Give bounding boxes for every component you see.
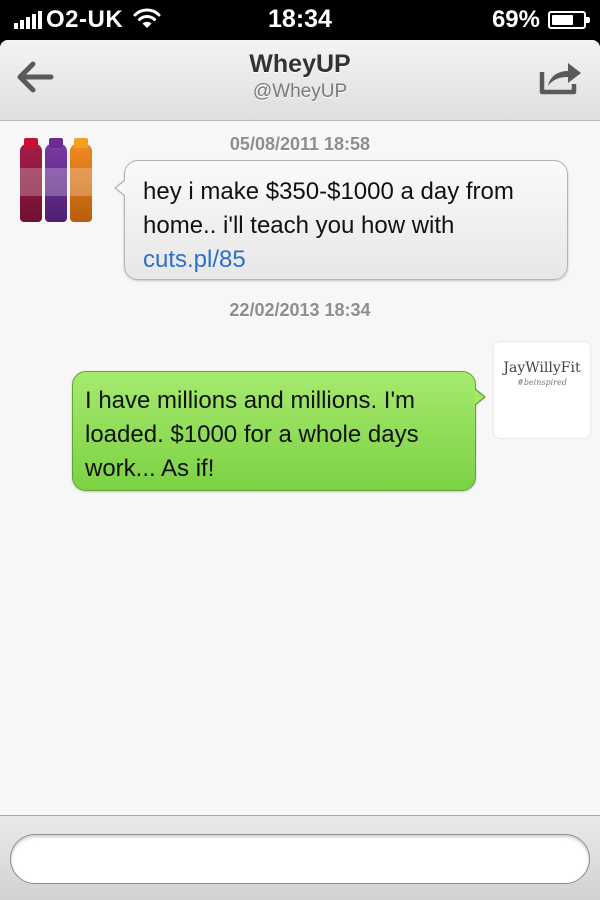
nav-bar: WheyUP @WheyUP	[0, 40, 600, 121]
battery-percent: 69%	[491, 6, 540, 33]
incoming-message-bubble[interactable]: hey i make $350-$1000 a day from home.. …	[114, 160, 568, 280]
share-button[interactable]	[534, 57, 588, 101]
avatar-tag: #beinspired	[517, 378, 567, 387]
share-icon	[538, 58, 584, 101]
message-text: I have millions and millions. I'm loaded…	[85, 387, 419, 482]
message-text: hey i make $350-$1000 a day from home.. …	[143, 178, 514, 239]
app-window: WheyUP @WheyUP 05/08/2011 18:58 hey i ma…	[0, 40, 600, 900]
nav-title-group: WheyUP @WheyUP	[100, 50, 500, 103]
compose-bar	[0, 815, 600, 900]
avatar-brand: JayWillyFit	[503, 360, 581, 376]
conversation-handle: @WheyUP	[252, 81, 348, 102]
message-timestamp: 22/02/2013 18:34	[229, 300, 371, 320]
avatar[interactable]: JayWillyFit #beinspired	[494, 342, 590, 438]
outgoing-message-bubble[interactable]: I have millions and millions. I'm loaded…	[72, 371, 486, 491]
conversation-thread[interactable]: 05/08/2011 18:58 hey i make $350-$1000 a…	[0, 120, 600, 815]
back-button[interactable]	[10, 57, 60, 101]
status-right: 69%	[491, 6, 590, 33]
arrow-left-icon	[15, 60, 55, 99]
avatar[interactable]	[16, 132, 98, 222]
message-link[interactable]: cuts.pl/85	[143, 243, 549, 277]
battery-icon	[548, 11, 590, 29]
message-input[interactable]	[10, 834, 590, 884]
conversation-title: WheyUP	[249, 50, 351, 78]
status-bar: O2-UK 18:34 69%	[0, 0, 600, 40]
